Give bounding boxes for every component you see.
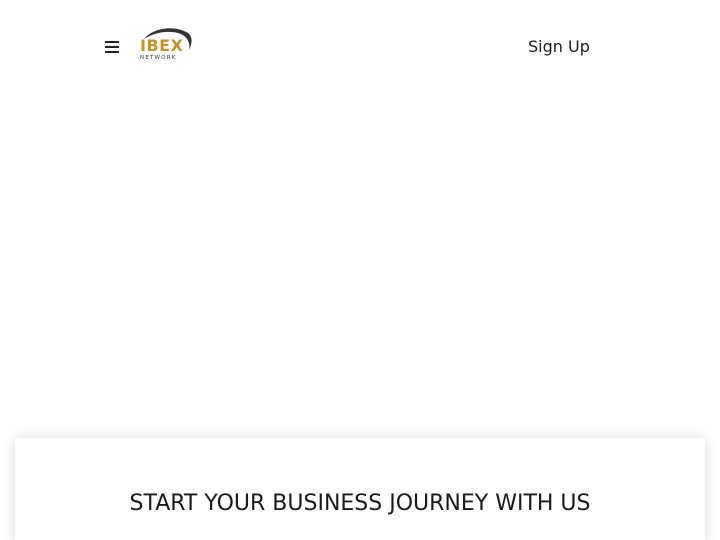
sign-up-link[interactable]: Sign Up [524,35,594,59]
logo[interactable]: IBEX NETWORK [138,25,194,65]
journey-card: START YOUR BUSINESS JOURNEY WITH US [15,438,705,540]
logo-tagline: NETWORK [140,55,177,61]
hamburger-icon [105,41,119,53]
menu-button[interactable] [101,37,123,57]
site-header: IBEX NETWORK Sign Up [0,0,720,95]
logo-wordmark: IBEX [140,36,184,55]
page: IBEX NETWORK Sign Up START YOUR BUSINESS… [0,0,720,540]
section-title: START YOUR BUSINESS JOURNEY WITH US [129,491,591,516]
hero-section [0,95,720,435]
